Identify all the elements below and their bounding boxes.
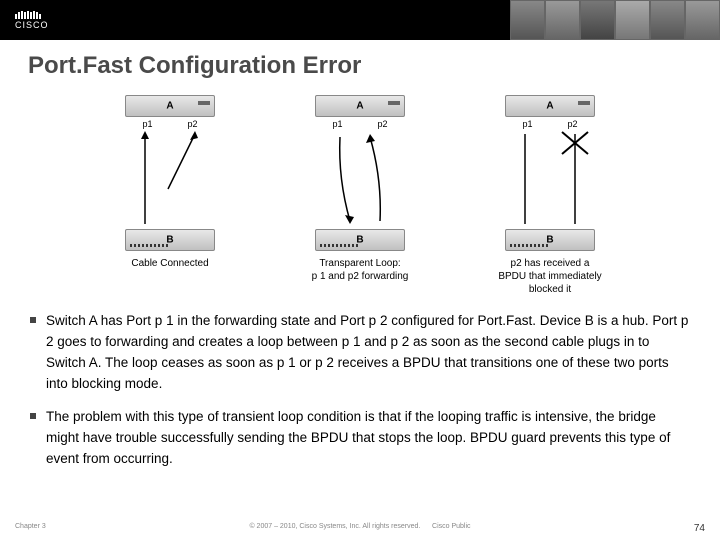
hub-label: B xyxy=(356,235,363,246)
hub-label: B xyxy=(166,235,173,246)
connection-area xyxy=(120,129,220,229)
switch-label: A xyxy=(356,101,363,112)
port-labels: p1 p2 xyxy=(142,119,197,129)
port-p2: p2 xyxy=(188,119,198,129)
slide-title: Port.Fast Configuration Error xyxy=(28,52,720,80)
brand-text: CISCO xyxy=(15,20,49,30)
switch-label: A xyxy=(546,101,553,112)
slide-footer: Chapter 3 © 2007 – 2010, Cisco Systems, … xyxy=(0,523,720,534)
port-p1: p1 xyxy=(142,119,152,129)
bullet-list: Switch A has Port p 1 in the forwarding … xyxy=(30,311,690,469)
diagram-caption: p2 has received a BPDU that immediately … xyxy=(498,257,601,296)
switch-label: A xyxy=(166,101,173,112)
switch-a-icon: A xyxy=(505,95,595,117)
footer-chapter: Chapter 3 xyxy=(15,523,46,534)
diagram-caption: Transparent Loop: p 1 and p2 forwarding xyxy=(312,257,409,283)
bullet-icon xyxy=(30,317,36,323)
bullet-icon xyxy=(30,413,36,419)
bullet-text: The problem with this type of transient … xyxy=(46,407,690,470)
bullet-item: The problem with this type of transient … xyxy=(30,407,690,470)
hub-b-icon: B xyxy=(315,229,405,251)
cisco-logo: CISCO xyxy=(15,11,49,30)
header-photo xyxy=(650,0,685,40)
logo-bars-icon xyxy=(15,11,49,19)
diagram-panel-3: A p1 p2 B p2 has received a BPDU that imm… xyxy=(475,95,625,296)
loop-icon xyxy=(310,129,410,229)
photo-strip xyxy=(510,0,720,40)
diagram-area: A p1 p2 B Cable Connected A p1 p2 B Transp… xyxy=(0,95,720,296)
port-p2: p2 xyxy=(378,119,388,129)
bullet-item: Switch A has Port p 1 in the forwarding … xyxy=(30,311,690,395)
diagram-caption: Cable Connected xyxy=(131,257,208,270)
port-labels: p1 p2 xyxy=(522,119,577,129)
bullet-text: Switch A has Port p 1 in the forwarding … xyxy=(46,311,690,395)
hub-b-icon: B xyxy=(505,229,595,251)
header-photo xyxy=(510,0,545,40)
port-labels: p1 p2 xyxy=(332,119,387,129)
page-number: 74 xyxy=(694,523,705,534)
hub-b-icon: B xyxy=(125,229,215,251)
port-p2: p2 xyxy=(568,119,578,129)
connection-area xyxy=(500,129,600,229)
switch-a-icon: A xyxy=(125,95,215,117)
footer-copyright: © 2007 – 2010, Cisco Systems, Inc. All r… xyxy=(249,523,470,530)
cable-icon xyxy=(120,129,220,229)
header-photo xyxy=(685,0,720,40)
header-photo xyxy=(615,0,650,40)
port-p1: p1 xyxy=(522,119,532,129)
blocked-icon xyxy=(500,129,600,229)
switch-a-icon: A xyxy=(315,95,405,117)
connection-area xyxy=(310,129,410,229)
hub-label: B xyxy=(546,235,553,246)
diagram-panel-1: A p1 p2 B Cable Connected xyxy=(95,95,245,296)
diagram-panel-2: A p1 p2 B Transparent Loop: p 1 and p2 fo… xyxy=(285,95,435,296)
port-p1: p1 xyxy=(332,119,342,129)
header-photo xyxy=(580,0,615,40)
header-bar: CISCO xyxy=(0,0,720,40)
header-photo xyxy=(545,0,580,40)
